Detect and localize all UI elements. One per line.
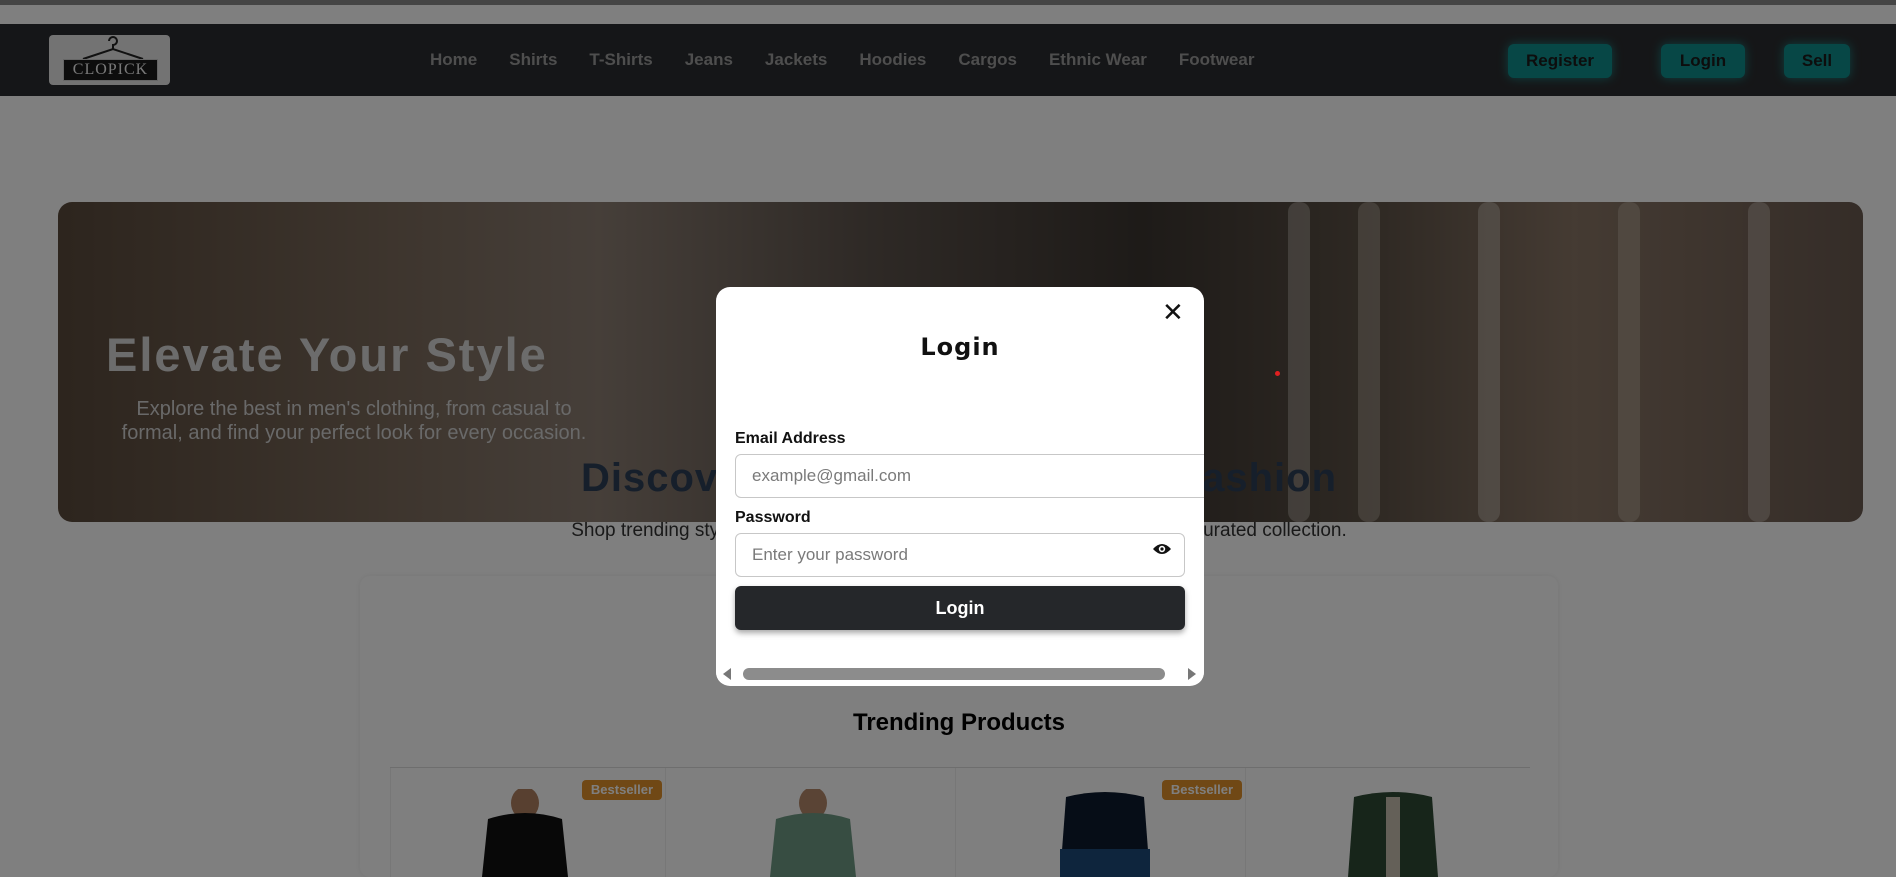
horizontal-scrollbar[interactable] xyxy=(716,665,1204,683)
eye-icon[interactable] xyxy=(1152,542,1172,556)
modal-title: Login xyxy=(920,333,1000,361)
scroll-right-arrow-icon[interactable] xyxy=(1186,667,1198,681)
password-field[interactable] xyxy=(735,533,1185,577)
cursor-dot xyxy=(1275,371,1280,376)
password-label: Password xyxy=(735,509,811,526)
scroll-left-arrow-icon[interactable] xyxy=(721,667,733,681)
close-icon[interactable]: ✕ xyxy=(1162,299,1184,325)
email-label: Email Address xyxy=(735,430,846,447)
login-submit-button[interactable]: Login xyxy=(735,586,1185,630)
login-modal: ✕ Login Email Address Password Login xyxy=(716,287,1204,686)
email-field[interactable] xyxy=(735,454,1204,498)
scrollbar-thumb[interactable] xyxy=(743,668,1165,680)
